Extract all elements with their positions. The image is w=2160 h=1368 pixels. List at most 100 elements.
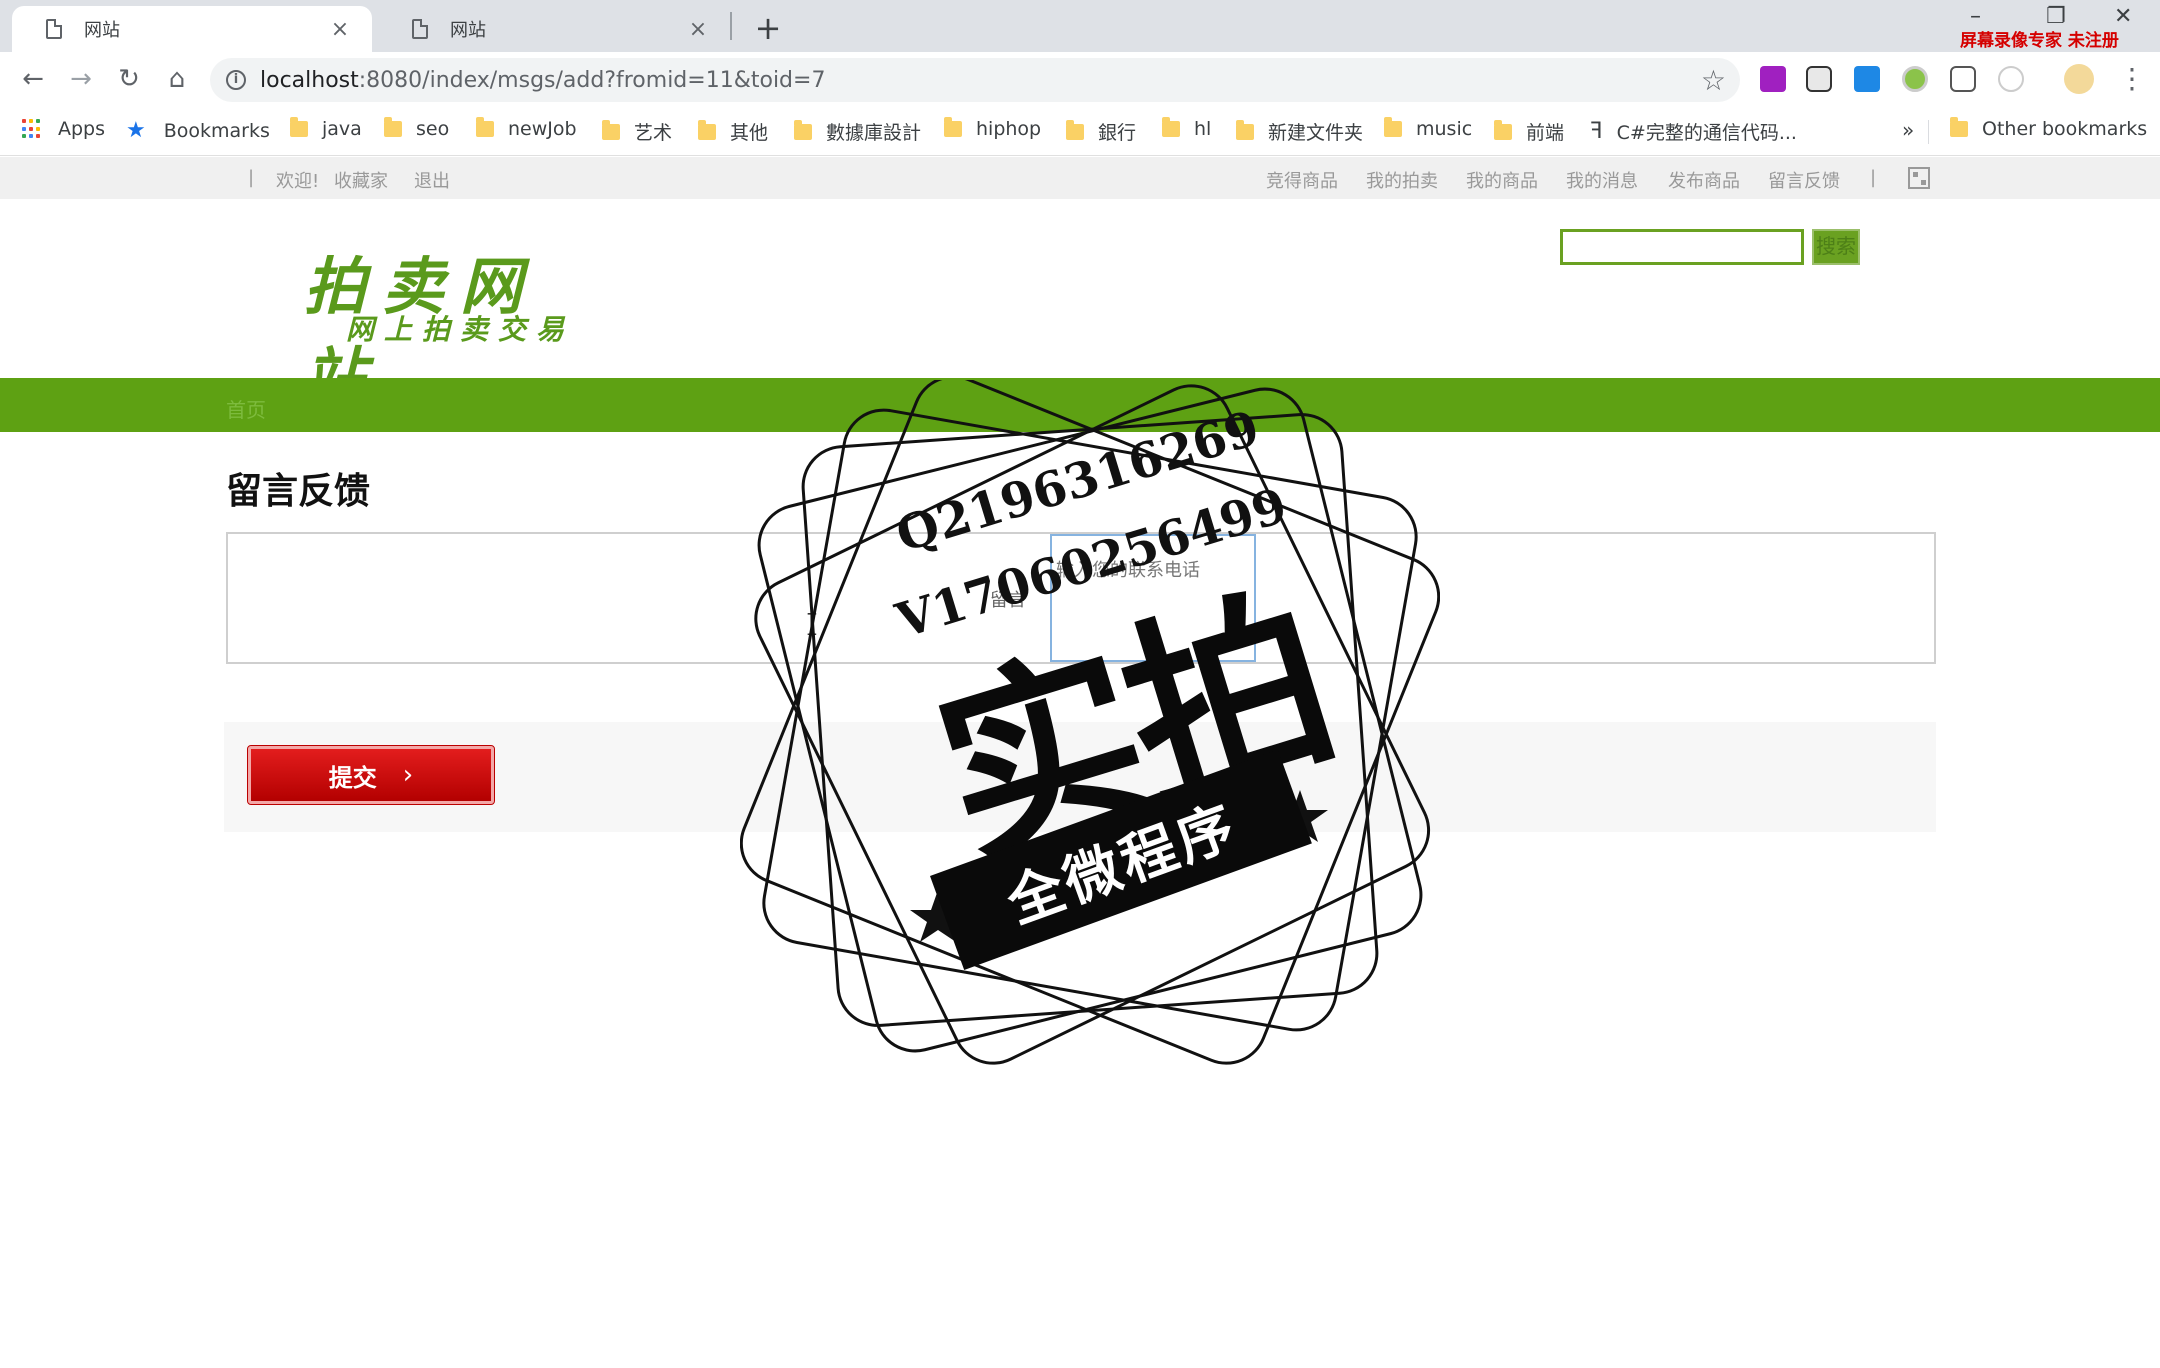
page-icon [46,19,62,39]
bookmark-label: Bookmarks [163,119,270,142]
avatar[interactable] [2064,64,2094,94]
bookmarks-bar: Apps ★ Bookmarks java seo newJob 艺术 其他 數… [0,106,2160,156]
publish-item-link[interactable]: 发布商品 [1668,167,1740,193]
bookmark-other[interactable]: Other bookmarks [1950,117,2147,140]
bookmark-page[interactable]: ꟻ C#完整的通信代码... [1590,118,1797,145]
feedback-link[interactable]: 留言反馈 [1768,167,1840,193]
tab-title: 网站 [84,20,120,41]
logo-subtitle: 网上拍卖交易 [346,313,575,346]
star-icon: ★ [126,118,146,143]
bookmark-folder[interactable]: hl [1162,117,1212,140]
folder-icon [944,117,962,137]
incognito-extension-icon[interactable] [1806,66,1832,92]
topbar-divider: | [1870,167,1877,188]
bookmark-label: seo [416,118,450,140]
username-link[interactable]: 收藏家 [334,167,388,193]
disabled-extension-icon[interactable] [1998,66,2024,92]
search-button[interactable]: 搜索 [1812,229,1860,265]
folder-icon [698,119,716,140]
stamp-text: Q2196316269 V17060256499 实拍 全微程序 [740,380,1440,1070]
info-icon[interactable]: i [226,70,246,90]
nav-home-link[interactable]: 首页 [226,394,266,423]
bookmark-label: C#完整的通信代码... [1616,122,1797,144]
back-button[interactable]: ← [16,62,50,96]
bookmark-label: 艺术 [634,122,673,144]
bookmark-folder[interactable]: 銀行 [1066,118,1136,145]
submit-label: 提交 [328,763,377,792]
bookmarks-divider [1928,120,1929,144]
bookmark-folder[interactable]: hiphop [944,117,1041,140]
bookmark-folder[interactable]: 數據庫設計 [794,118,921,145]
address-bar[interactable]: i localhost:8080/index/msgs/add?fromid=1… [210,58,1740,102]
browser-toolbar: ← → ↻ ⌂ i localhost:8080/index/msgs/add?… [0,52,2160,106]
close-tab-icon[interactable]: × [684,17,712,42]
folder-icon [384,117,402,137]
folder-icon [1066,119,1084,140]
bookmark-label: newJob [508,118,577,140]
folder-icon [1162,117,1180,137]
submit-button[interactable]: 提交 › [247,745,495,805]
bookmark-star-icon[interactable]: ☆ [1701,64,1726,97]
bookmark-label: java [322,118,362,140]
url-path: :8080/index/msgs/add?fromid=11&toid=7 [358,67,826,93]
bookmark-folder[interactable]: 其他 [698,118,768,145]
json-extension-icon[interactable] [1950,66,1976,92]
apps-grid-icon [22,119,42,139]
bookmark-label: music [1416,118,1473,140]
watermark-stamp: Q2196316269 V17060256499 实拍 全微程序 [739,375,1441,1070]
save-extension-icon[interactable] [1854,66,1880,92]
tab-inactive[interactable]: 网站 × [378,6,730,52]
bookmark-folder[interactable]: seo [384,117,450,140]
bookmark-bookmarks[interactable]: ★ Bookmarks [126,118,270,143]
close-tab-icon[interactable]: × [326,17,354,42]
bookmark-label: 新建文件夹 [1268,122,1364,144]
page-icon: ꟻ [1590,119,1603,144]
axure-extension-icon[interactable] [1760,66,1786,92]
topbar-divider: | [248,167,255,188]
site-logo[interactable]: 拍卖网站 网上拍卖交易 [300,232,600,413]
bookmark-apps[interactable]: Apps [22,118,105,140]
won-items-link[interactable]: 竞得商品 [1266,167,1338,193]
folder-icon [1950,117,1968,137]
bookmark-label: 數據庫設計 [826,122,922,144]
page-title: 留言反馈 [226,471,371,512]
reload-button[interactable]: ↻ [112,62,146,96]
welcome-text: 欢迎! [276,171,320,192]
folder-icon [290,117,308,137]
my-auctions-link[interactable]: 我的拍卖 [1366,167,1438,193]
forward-button[interactable]: → [64,62,98,96]
bookmark-folder[interactable]: java [290,117,362,140]
folder-icon [602,119,620,140]
bookmark-label: Apps [58,118,106,140]
folder-icon [1494,119,1512,140]
bookmark-folder[interactable]: 前端 [1494,118,1564,145]
bookmark-folder[interactable]: newJob [476,117,577,140]
green-dot-extension-icon[interactable] [1902,66,1928,92]
bookmark-folder[interactable]: music [1384,117,1473,140]
recorder-watermark: 屏幕录像专家 未注册 [1960,31,2119,51]
my-items-link[interactable]: 我的商品 [1466,167,1538,193]
tab-separator [730,12,732,40]
bookmarks-overflow-icon[interactable]: » [1902,118,1914,142]
search-input[interactable] [1560,229,1804,265]
menu-icon[interactable]: ⋮ [2118,62,2146,95]
url-host: localhost [260,67,359,93]
folder-icon [1236,119,1254,140]
my-messages-link[interactable]: 我的消息 [1566,167,1638,193]
folder-icon [794,119,812,140]
logout-link[interactable]: 退出 [414,167,450,193]
bookmark-folder[interactable]: 艺术 [602,118,672,145]
bookmark-label: 前端 [1526,122,1565,144]
site-topbar: | 欢迎! 收藏家 退出 竞得商品 我的拍卖 我的商品 我的消息 发布商品 留言… [0,157,2160,199]
bookmark-folder[interactable]: 新建文件夹 [1236,118,1363,145]
home-button[interactable]: ⌂ [160,62,194,96]
chevron-right-icon: › [402,760,414,790]
new-tab-button[interactable]: + [748,8,788,48]
bookmark-label: 銀行 [1098,122,1137,144]
tab-active[interactable]: 网站 × [12,6,372,52]
folder-icon [476,117,494,137]
bookmark-label: 其他 [730,122,769,144]
page-icon [412,19,428,39]
bookmark-label: hl [1194,118,1212,140]
qr-code-icon[interactable] [1908,167,1930,189]
